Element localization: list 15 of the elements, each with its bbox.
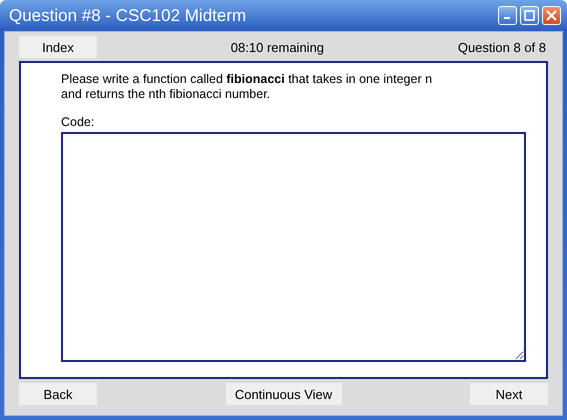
maximize-icon bbox=[524, 10, 535, 21]
close-button[interactable] bbox=[542, 6, 561, 25]
question-counter: Question 8 of 8 bbox=[458, 40, 547, 54]
next-button[interactable]: Next bbox=[470, 383, 548, 405]
question-text: Please write a function called fibionacci that takes in one integer n and returns the nth fibionacci number. bbox=[61, 72, 434, 102]
back-button[interactable]: Back bbox=[19, 383, 97, 405]
close-icon bbox=[546, 10, 557, 21]
continuous-view-button[interactable]: Continuous View bbox=[226, 383, 342, 405]
time-remaining: 08:10 remaining bbox=[230, 40, 326, 54]
code-input-field[interactable] bbox=[61, 132, 526, 362]
window-title: Question #8 - CSC102 Midterm bbox=[9, 6, 248, 26]
code-label: Code: bbox=[61, 115, 96, 129]
index-button[interactable]: Index bbox=[19, 36, 97, 58]
maximize-button[interactable] bbox=[520, 6, 539, 25]
minimize-button[interactable] bbox=[498, 6, 517, 25]
